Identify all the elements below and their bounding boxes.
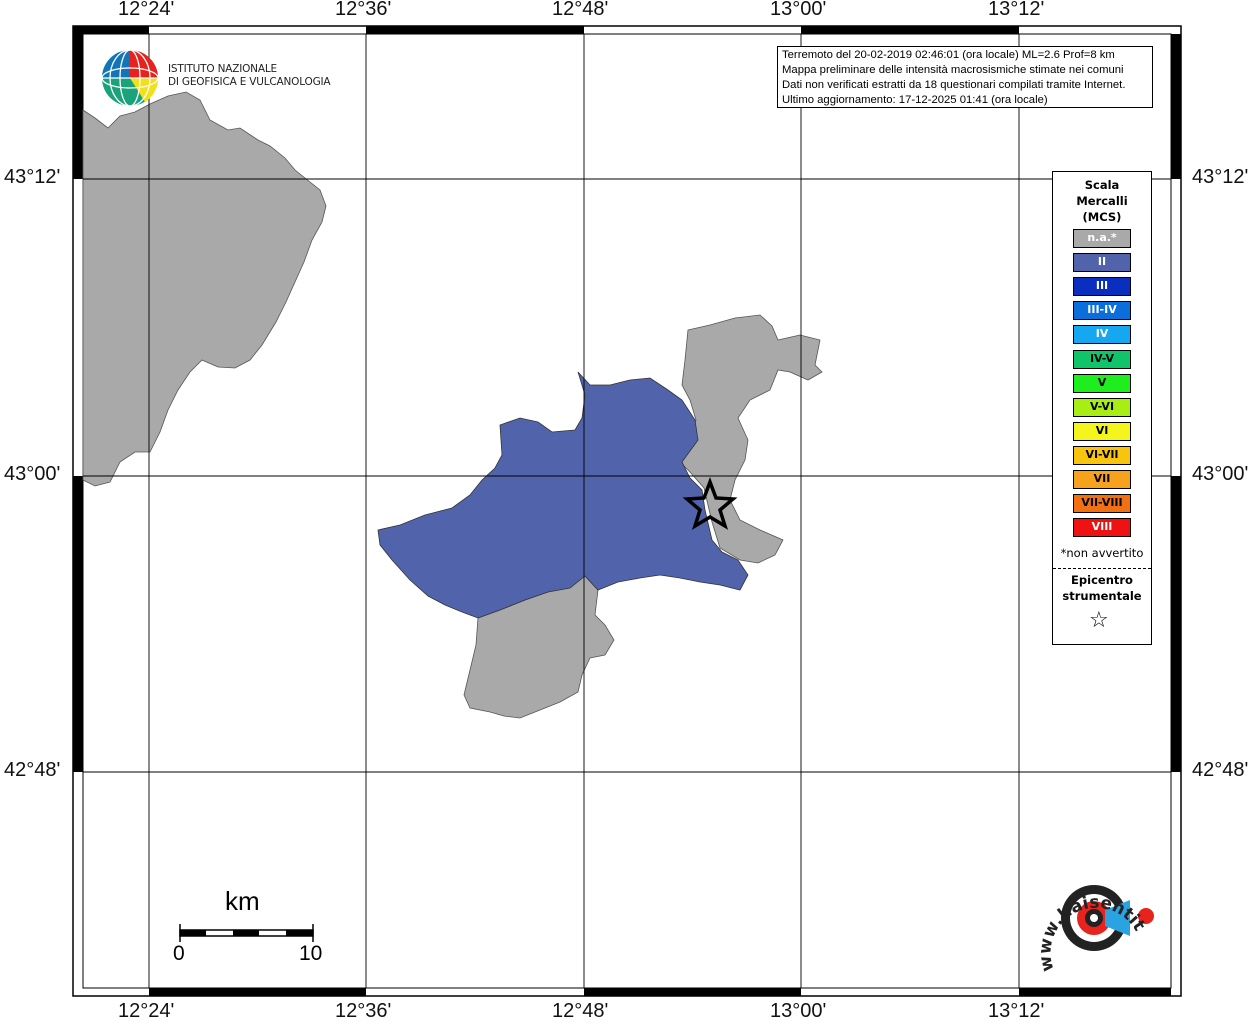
- ingv-logo-text: ISTITUTO NAZIONALE DI GEOFISICA E VULCAN…: [168, 63, 331, 89]
- legend-swatch: V-VI: [1073, 397, 1131, 417]
- legend-title-line: Mercalli: [1076, 194, 1128, 208]
- haisentito-url: www.haisentitoilterremoto.it: [1020, 860, 1149, 973]
- legend-swatch: n.a.*: [1073, 229, 1131, 248]
- lon-label-top: 13°00': [770, 0, 827, 20]
- svg-text:www.haisentitoilterremoto.it: www.haisentitoilterremoto.it: [1020, 860, 1149, 973]
- legend-swatch: III: [1073, 277, 1131, 297]
- legend-swatch: IV-V: [1073, 349, 1131, 369]
- lon-label-bottom: 13°00': [770, 1000, 827, 1022]
- lat-label-right: 42°48': [1192, 759, 1249, 781]
- intensity-legend: Scala Mercalli (MCS) n.a.* II III III-IV IV I…: [1052, 171, 1152, 645]
- lat-label-left: 43°00': [4, 463, 61, 485]
- legend-swatch: VII-VIII: [1073, 494, 1131, 514]
- lat-label-left: 42°48': [4, 759, 61, 781]
- event-info-line: Terremoto del 20-02-2019 02:46:01 (ora l…: [782, 49, 1115, 61]
- legend-swatch: VI-VII: [1073, 445, 1131, 465]
- ingv-logo-line: ISTITUTO NAZIONALE: [168, 63, 277, 75]
- lon-label-bottom: 13°12': [988, 1000, 1045, 1022]
- legend-epicenter-line: strumentale: [1062, 589, 1142, 603]
- lon-label-top: 13°12': [988, 0, 1045, 20]
- lon-label-top: 12°36': [335, 0, 392, 20]
- legend-swatch: VI: [1073, 421, 1131, 441]
- lat-label-right: 43°00': [1192, 463, 1249, 485]
- legend-swatch: VIII: [1073, 518, 1131, 538]
- event-info-line: Ultimo aggiornamento: 17-12-2025 01:41 (…: [782, 94, 1048, 106]
- legend-star-icon: ☆: [1089, 608, 1109, 633]
- legend-separator: [1053, 568, 1151, 569]
- scale-end-label: 10: [299, 942, 323, 965]
- lon-label-top: 12°24': [118, 0, 175, 20]
- lon-label-bottom: 12°24': [118, 1000, 175, 1022]
- legend-title-line: (MCS): [1082, 210, 1122, 224]
- legend-swatch: II: [1073, 253, 1131, 273]
- scale-start-label: 0: [173, 942, 185, 965]
- lon-label-bottom: 12°48': [552, 1000, 609, 1022]
- event-info-line: Dati non verificati estratti da 18 quest…: [782, 79, 1126, 91]
- event-info-box: Terremoto del 20-02-2019 02:46:01 (ora l…: [777, 46, 1153, 108]
- legend-title-line: Scala: [1084, 178, 1120, 192]
- haisentito-logo-text: www.haisentitoilterremoto.it: [1020, 860, 1149, 973]
- legend-epicenter-line: Epicentro: [1071, 573, 1133, 587]
- scale-unit-label: km: [225, 886, 260, 916]
- legend-swatch: IV: [1073, 325, 1131, 345]
- lon-label-top: 12°48': [552, 0, 609, 20]
- legend-title: Scala Mercalli (MCS): [1053, 177, 1151, 225]
- lon-label-bottom: 12°36': [335, 1000, 392, 1022]
- lat-label-left: 43°12': [4, 166, 61, 188]
- legend-note: *non avvertito: [1060, 546, 1144, 560]
- lat-label-right: 43°12': [1192, 166, 1249, 188]
- legend-swatch: VII: [1073, 470, 1131, 489]
- ingv-logo-icon: [101, 49, 159, 107]
- legend-swatch: V: [1073, 373, 1131, 393]
- legend-swatch: III-IV: [1073, 301, 1131, 321]
- legend-epicenter-label: Epicentro strumentale: [1053, 572, 1151, 604]
- event-info-line: Mappa preliminare delle intensità macros…: [782, 64, 1124, 76]
- ingv-logo-line: DI GEOFISICA E VULCANOLOGIA: [168, 76, 331, 88]
